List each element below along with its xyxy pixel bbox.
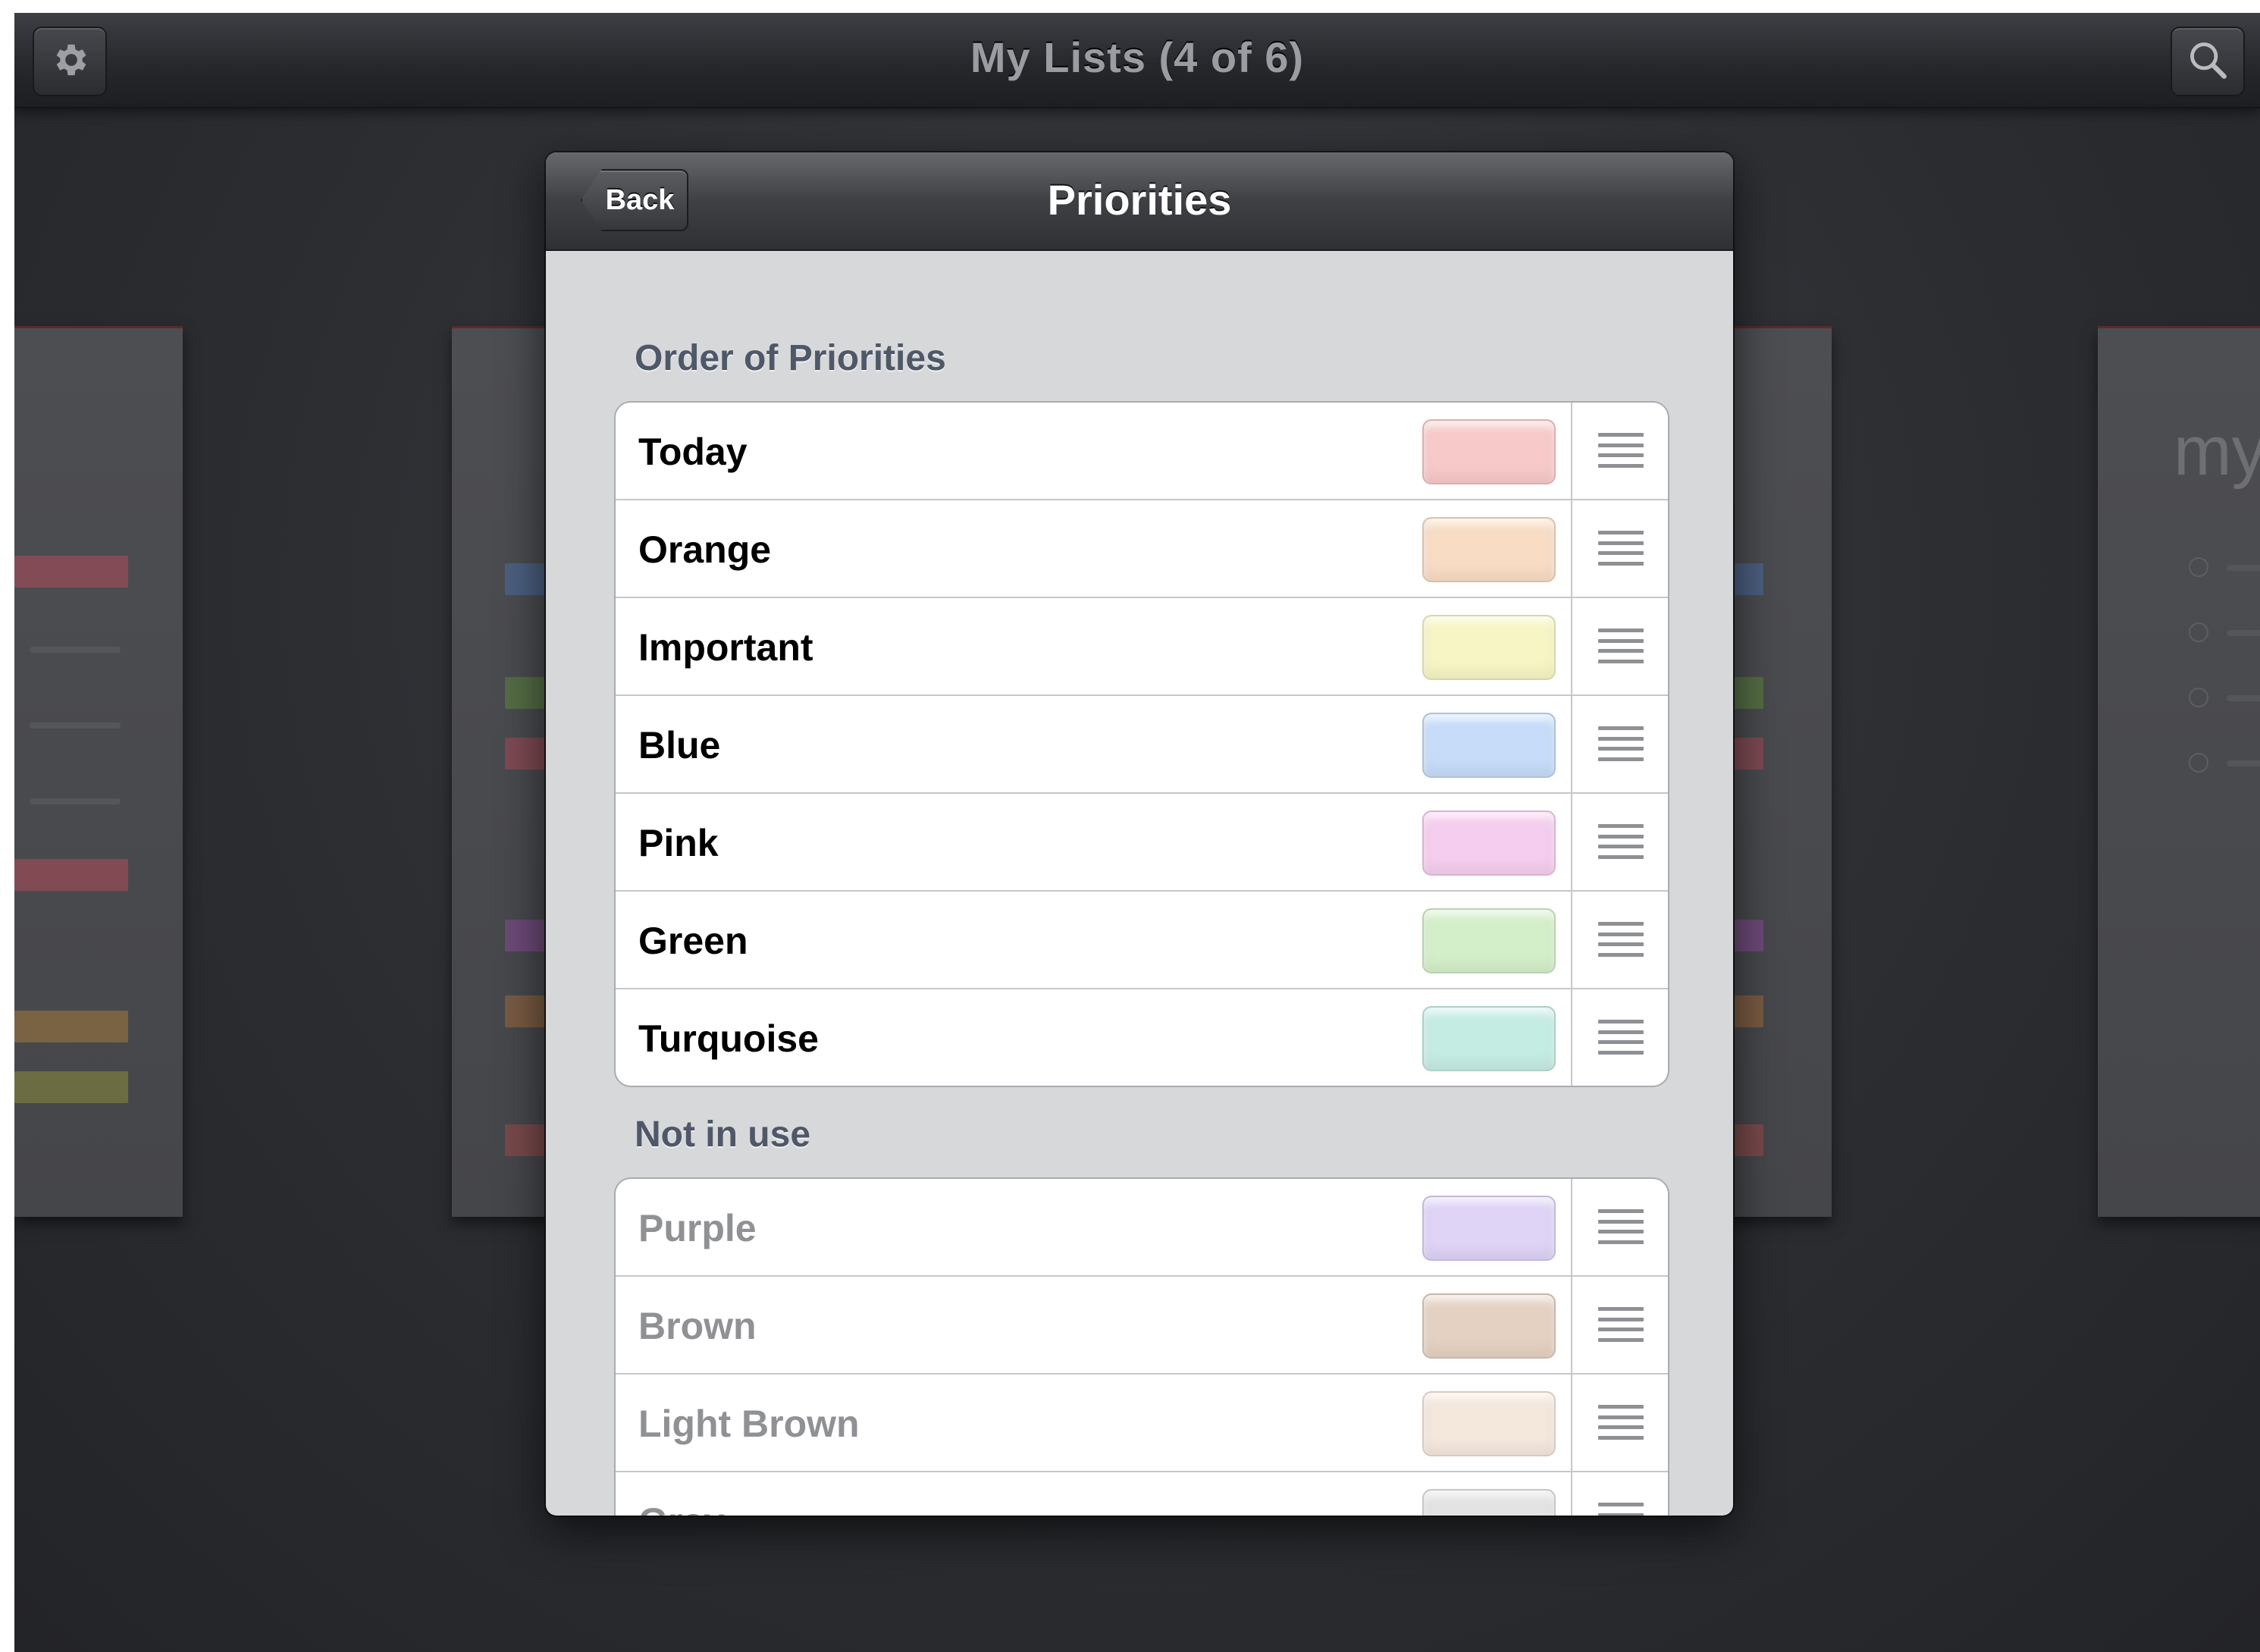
reorder-handle-icon[interactable] bbox=[1598, 1405, 1644, 1440]
row-divider bbox=[1571, 794, 1572, 890]
priority-group-inactive: Purple Brown Light Brown Gray bbox=[614, 1177, 1669, 1516]
color-swatch[interactable] bbox=[1422, 1489, 1556, 1516]
section-header-order: Order of Priorities bbox=[635, 338, 946, 378]
color-swatch[interactable] bbox=[1422, 713, 1556, 778]
row-divider bbox=[1571, 1277, 1572, 1373]
reorder-handle-icon[interactable] bbox=[1598, 1307, 1644, 1342]
color-swatch[interactable] bbox=[1422, 1293, 1556, 1359]
color-swatch[interactable] bbox=[1422, 419, 1556, 484]
row-divider bbox=[1571, 598, 1572, 694]
priority-row[interactable]: Pink bbox=[616, 794, 1668, 892]
row-divider bbox=[1571, 989, 1572, 1086]
priority-row[interactable]: Purple bbox=[616, 1179, 1668, 1277]
priority-group-active: Today Orange Important Blue Pink Green Turquoi… bbox=[614, 401, 1669, 1087]
reorder-handle-icon[interactable] bbox=[1598, 433, 1644, 468]
priority-label: Green bbox=[638, 920, 748, 962]
row-divider bbox=[1571, 1179, 1572, 1275]
color-swatch[interactable] bbox=[1422, 517, 1556, 582]
priority-row[interactable]: Today bbox=[616, 403, 1668, 500]
popover-title: Priorities bbox=[1047, 176, 1232, 224]
priority-row[interactable]: Gray bbox=[616, 1472, 1668, 1516]
row-divider bbox=[1571, 696, 1572, 792]
color-swatch[interactable] bbox=[1422, 615, 1556, 680]
priority-label: Brown bbox=[638, 1305, 757, 1347]
priority-row[interactable]: Light Brown bbox=[616, 1375, 1668, 1472]
priority-label: Important bbox=[638, 626, 813, 669]
list-card-title: my bbox=[2174, 412, 2260, 490]
screen: my My Lists (4 of 6) Back Priorities Ord… bbox=[14, 13, 2260, 1652]
priority-label: Gray bbox=[638, 1500, 725, 1516]
reorder-handle-icon[interactable] bbox=[1598, 1503, 1644, 1516]
popover-nav-bar: Back Priorities bbox=[546, 152, 1733, 251]
row-divider bbox=[1571, 1472, 1572, 1516]
priority-row[interactable]: Brown bbox=[616, 1277, 1668, 1375]
priority-label: Light Brown bbox=[638, 1403, 860, 1445]
magnifier-icon bbox=[2186, 38, 2230, 86]
color-swatch[interactable] bbox=[1422, 810, 1556, 876]
priority-label: Turquoise bbox=[638, 1017, 819, 1060]
color-swatch[interactable] bbox=[1422, 1391, 1556, 1456]
priority-label: Purple bbox=[638, 1207, 757, 1249]
priority-row[interactable]: Green bbox=[616, 892, 1668, 989]
reorder-handle-icon[interactable] bbox=[1598, 629, 1644, 663]
reorder-handle-icon[interactable] bbox=[1598, 1209, 1644, 1244]
priorities-popover: Back Priorities Order of Priorities Toda… bbox=[546, 152, 1733, 1516]
list-card-left[interactable] bbox=[14, 326, 183, 1217]
priority-row[interactable]: Orange bbox=[616, 500, 1668, 598]
row-divider bbox=[1571, 500, 1572, 597]
row-divider bbox=[1571, 403, 1572, 499]
priority-label: Pink bbox=[638, 822, 719, 864]
app-title: My Lists (4 of 6) bbox=[970, 33, 1305, 81]
reorder-handle-icon[interactable] bbox=[1598, 824, 1644, 859]
reorder-handle-icon[interactable] bbox=[1598, 726, 1644, 761]
priority-row[interactable]: Blue bbox=[616, 696, 1668, 794]
top-bar: My Lists (4 of 6) bbox=[14, 13, 2260, 108]
color-swatch[interactable] bbox=[1422, 1006, 1556, 1071]
priority-label: Orange bbox=[638, 528, 772, 571]
row-divider bbox=[1571, 892, 1572, 988]
color-swatch[interactable] bbox=[1422, 1196, 1556, 1261]
priority-label: Today bbox=[638, 431, 748, 473]
priority-label: Blue bbox=[638, 724, 721, 766]
section-header-not-in-use: Not in use bbox=[635, 1114, 811, 1155]
row-divider bbox=[1571, 1375, 1572, 1471]
color-swatch[interactable] bbox=[1422, 908, 1556, 973]
search-button[interactable] bbox=[2171, 27, 2245, 96]
priority-row[interactable]: Important bbox=[616, 598, 1668, 696]
reorder-handle-icon[interactable] bbox=[1598, 1020, 1644, 1055]
reorder-handle-icon[interactable] bbox=[1598, 531, 1644, 566]
list-card-right[interactable]: my bbox=[2098, 326, 2260, 1217]
reorder-handle-icon[interactable] bbox=[1598, 922, 1644, 957]
priority-row[interactable]: Turquoise bbox=[616, 989, 1668, 1086]
